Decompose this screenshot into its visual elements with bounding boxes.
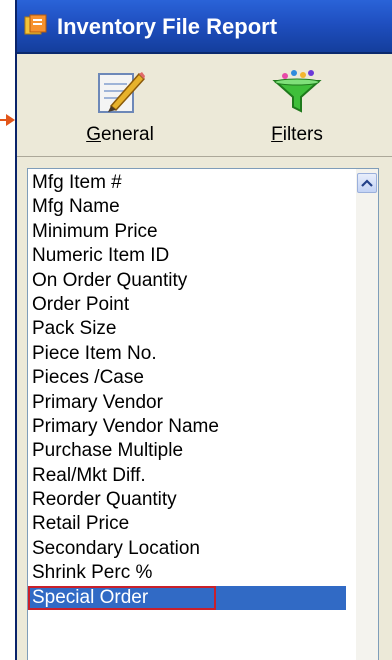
funnel-icon <box>272 68 322 114</box>
field-list[interactable]: Mfg Item # Mfg Name Minimum Price Numeri… <box>27 168 379 660</box>
list-item[interactable]: Pack Size <box>28 317 346 341</box>
list-item[interactable]: Minimum Price <box>28 220 346 244</box>
annotation-arrow-head <box>6 114 15 126</box>
toolbar: General Filters <box>17 54 392 157</box>
list-item[interactable]: Reorder Quantity <box>28 488 346 512</box>
list-item[interactable]: Real/Mkt Diff. <box>28 464 346 488</box>
list-item[interactable]: Numeric Item ID <box>28 244 346 268</box>
list-item[interactable]: Mfg Name <box>28 195 346 219</box>
general-label: General <box>86 124 154 145</box>
notepad-pencil-icon <box>95 68 146 114</box>
filters-label: Filters <box>271 124 323 145</box>
list-item[interactable]: On Order Quantity <box>28 269 346 293</box>
vertical-scrollbar[interactable] <box>356 169 378 660</box>
list-item[interactable]: Retail Price <box>28 512 346 536</box>
list-item[interactable]: Pieces /Case <box>28 366 346 390</box>
field-list-items: Mfg Item # Mfg Name Minimum Price Numeri… <box>28 171 346 611</box>
list-item[interactable]: Secondary Location <box>28 537 346 561</box>
scroll-up-button[interactable] <box>357 173 377 193</box>
list-item[interactable]: Mfg Item # <box>28 171 346 195</box>
list-item[interactable]: Primary Vendor Name <box>28 415 346 439</box>
filters-button[interactable]: Filters <box>232 68 362 154</box>
general-button[interactable]: General <box>55 68 185 154</box>
list-item[interactable]: Purchase Multiple <box>28 439 346 463</box>
window-title: Inventory File Report <box>57 14 278 39</box>
app-icon <box>24 14 50 36</box>
report-window: Inventory File Report General Filters Mf… <box>15 0 392 660</box>
title-bar: Inventory File Report <box>17 0 392 54</box>
list-item[interactable]: Shrink Perc % <box>28 561 346 585</box>
list-item[interactable]: Piece Item No. <box>28 342 346 366</box>
list-item[interactable]: Primary Vendor <box>28 391 346 415</box>
list-item-selected[interactable]: Special Order <box>28 585 216 611</box>
list-item[interactable]: Order Point <box>28 293 346 317</box>
